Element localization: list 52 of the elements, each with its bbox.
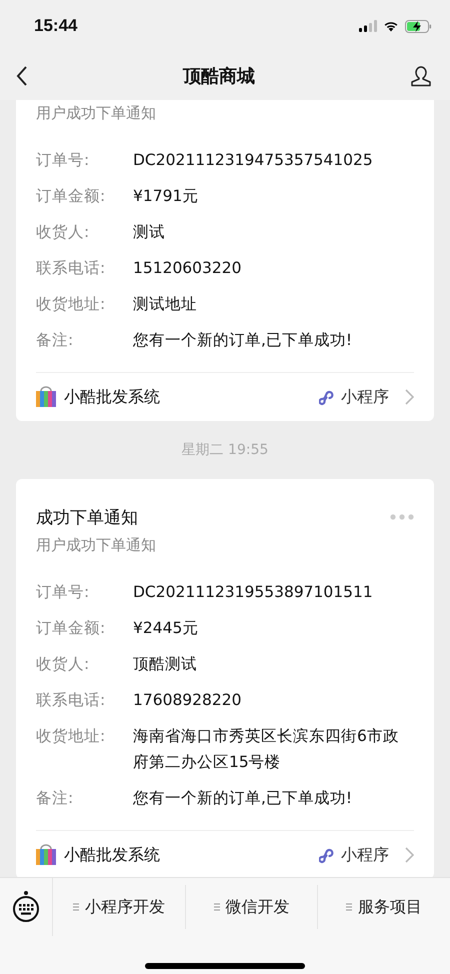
keyboard-icon <box>12 890 40 924</box>
battery-charging-icon <box>405 20 432 32</box>
field-label: 收货地址: <box>36 294 106 315</box>
field-value: DC2021112319475357541025 <box>133 150 374 171</box>
field-value: 15120603220 <box>133 258 242 279</box>
field-value: 您有一个新的订单,已下单成功! <box>133 788 354 809</box>
chat-title: 顶酷商城 <box>183 65 255 88</box>
field-label: 订单金额: <box>36 618 106 639</box>
menu-icon <box>346 903 352 911</box>
mini-program-label: 小程序 <box>341 386 389 408</box>
wifi-icon <box>383 20 399 32</box>
field-label: 收货地址: <box>36 726 106 747</box>
card-title: 成功下单通知 <box>36 506 138 528</box>
app-name[interactable]: 小酷批发系统 <box>64 386 160 408</box>
mini-program-label: 小程序 <box>341 844 389 866</box>
more-icon[interactable] <box>390 514 414 520</box>
card-subtitle: 用户成功下单通知 <box>36 103 157 124</box>
menu-button[interactable]: 微信开发 <box>186 885 318 929</box>
field-label: 联系电话: <box>36 258 106 279</box>
field-label: 订单号: <box>36 150 90 171</box>
app-logo-icon <box>36 844 56 866</box>
home-indicator[interactable] <box>145 963 305 969</box>
menu-icon <box>72 903 79 911</box>
field-value: 测试地址 <box>133 294 198 315</box>
chevron-right-icon[interactable] <box>405 389 414 405</box>
field-value: ¥2445元 <box>133 618 200 639</box>
field-label: 备注: <box>36 788 74 809</box>
field-value: ¥1791元 <box>133 186 200 207</box>
field-label: 订单号: <box>36 582 90 603</box>
field-label: 收货人: <box>36 654 90 675</box>
card-subtitle: 用户成功下单通知 <box>36 535 157 556</box>
menu-button[interactable]: 服务项目 <box>318 885 450 929</box>
link-icon <box>319 388 335 406</box>
field-value: 测试 <box>133 222 166 243</box>
signal-icon <box>359 20 377 32</box>
field-label: 订单金额: <box>36 186 106 207</box>
message-time: 星期二 19:55 <box>182 441 268 459</box>
field-value: 顶酷测试 <box>133 654 198 675</box>
menu-button[interactable]: 小程序开发 <box>53 885 186 929</box>
app-logo-icon <box>36 386 56 408</box>
field-value: 海南省海口市秀英区长滨东四街6市政府第二办公区15号楼 <box>133 726 400 773</box>
link-icon <box>319 846 335 864</box>
field-label: 联系电话: <box>36 690 106 711</box>
field-label: 备注: <box>36 330 74 351</box>
field-value: DC2021112319553897101511 <box>133 582 374 603</box>
status-time: 15:44 <box>34 16 78 36</box>
field-label: 收货人: <box>36 222 90 243</box>
chevron-right-icon[interactable] <box>405 847 414 863</box>
field-value: 17608928220 <box>133 690 242 711</box>
app-name[interactable]: 小酷批发系统 <box>64 844 160 866</box>
field-value: 您有一个新的订单,已下单成功! <box>133 330 354 351</box>
menu-icon <box>214 903 220 911</box>
